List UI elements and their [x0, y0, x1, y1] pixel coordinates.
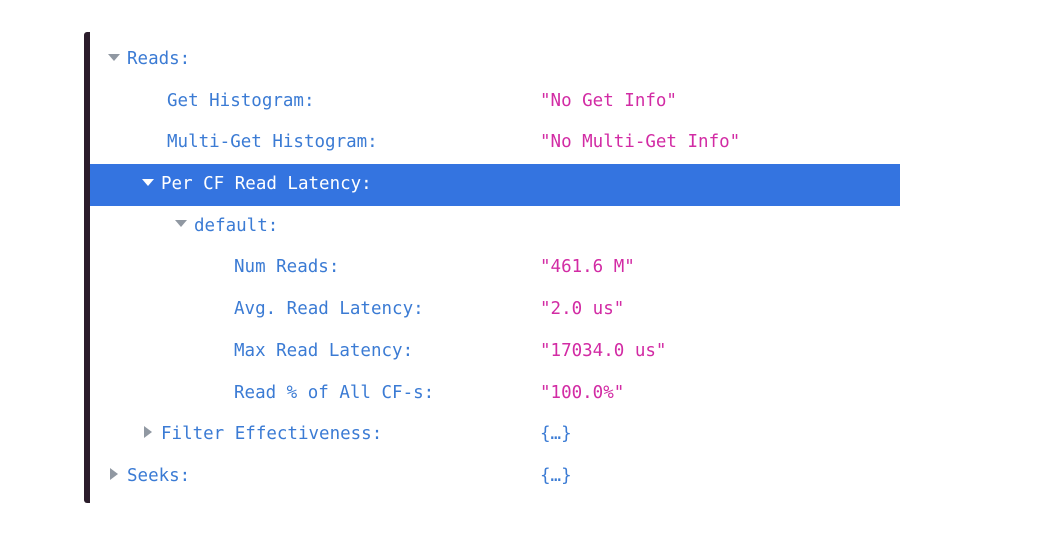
- seeks-label: Seeks:: [127, 465, 191, 486]
- max-read-latency-key: Max Read Latency:: [234, 340, 414, 361]
- tree-row-filter-effectiveness[interactable]: Filter Effectiveness: {…}: [90, 414, 900, 456]
- collapsed-triangle-icon[interactable]: [110, 467, 118, 480]
- tree-key[interactable]: Seeks:: [108, 456, 190, 498]
- get-histogram-value: "No Get Info": [540, 90, 677, 111]
- tree-row-avg-read-latency[interactable]: Avg. Read Latency: "2.0 us": [90, 289, 900, 331]
- multi-get-histogram-key: Multi-Get Histogram:: [167, 132, 378, 153]
- tree-row-default[interactable]: default:: [90, 206, 900, 248]
- avg-read-latency-value: "2.0 us": [540, 299, 625, 320]
- read-pct-key: Read % of All CF-s:: [234, 382, 435, 403]
- filter-effectiveness-value: {…}: [540, 424, 572, 445]
- max-read-latency-value: "17034.0 us": [540, 340, 667, 361]
- tree-row-num-reads[interactable]: Num Reads: "461.6 M": [90, 247, 900, 289]
- tree-key[interactable]: Per CF Read Latency:: [142, 164, 372, 206]
- expanded-triangle-icon[interactable]: [108, 53, 120, 61]
- tree-row-get-histogram[interactable]: Get Histogram: "No Get Info": [90, 81, 900, 123]
- reads-label: Reads:: [127, 49, 191, 69]
- multi-get-histogram-value: "No Multi-Get Info": [540, 132, 741, 153]
- json-tree: Reads: Get Histogram: "No Get Info" Mult…: [90, 39, 900, 498]
- avg-read-latency-key: Avg. Read Latency:: [234, 299, 424, 320]
- per-cf-read-latency-label: Per CF Read Latency:: [161, 174, 372, 195]
- tree-key[interactable]: Filter Effectiveness:: [142, 414, 382, 456]
- tree-key[interactable]: default:: [175, 206, 278, 248]
- filter-effectiveness-label: Filter Effectiveness:: [161, 424, 383, 445]
- read-pct-value: "100.0%": [540, 382, 625, 403]
- tree-row-reads[interactable]: Reads:: [90, 39, 900, 81]
- get-histogram-key: Get Histogram:: [167, 90, 315, 111]
- tree-row-per-cf-read-latency[interactable]: Per CF Read Latency:: [90, 164, 900, 206]
- num-reads-key: Num Reads:: [234, 257, 340, 278]
- num-reads-value: "461.6 M": [540, 257, 635, 278]
- tree-row-max-read-latency[interactable]: Max Read Latency: "17034.0 us": [90, 331, 900, 373]
- default-label: default:: [194, 215, 279, 236]
- seeks-value: {…}: [540, 465, 572, 486]
- tree-key[interactable]: Reads:: [108, 39, 190, 81]
- expanded-triangle-icon[interactable]: [175, 220, 187, 228]
- tree-row-seeks[interactable]: Seeks: {…}: [90, 456, 900, 498]
- tree-row-multi-get-histogram[interactable]: Multi-Get Histogram: "No Multi-Get Info": [90, 122, 900, 164]
- collapsed-triangle-icon[interactable]: [144, 426, 152, 439]
- tree-row-read-pct[interactable]: Read % of All CF-s: "100.0%": [90, 373, 900, 415]
- expanded-triangle-icon[interactable]: [142, 178, 154, 186]
